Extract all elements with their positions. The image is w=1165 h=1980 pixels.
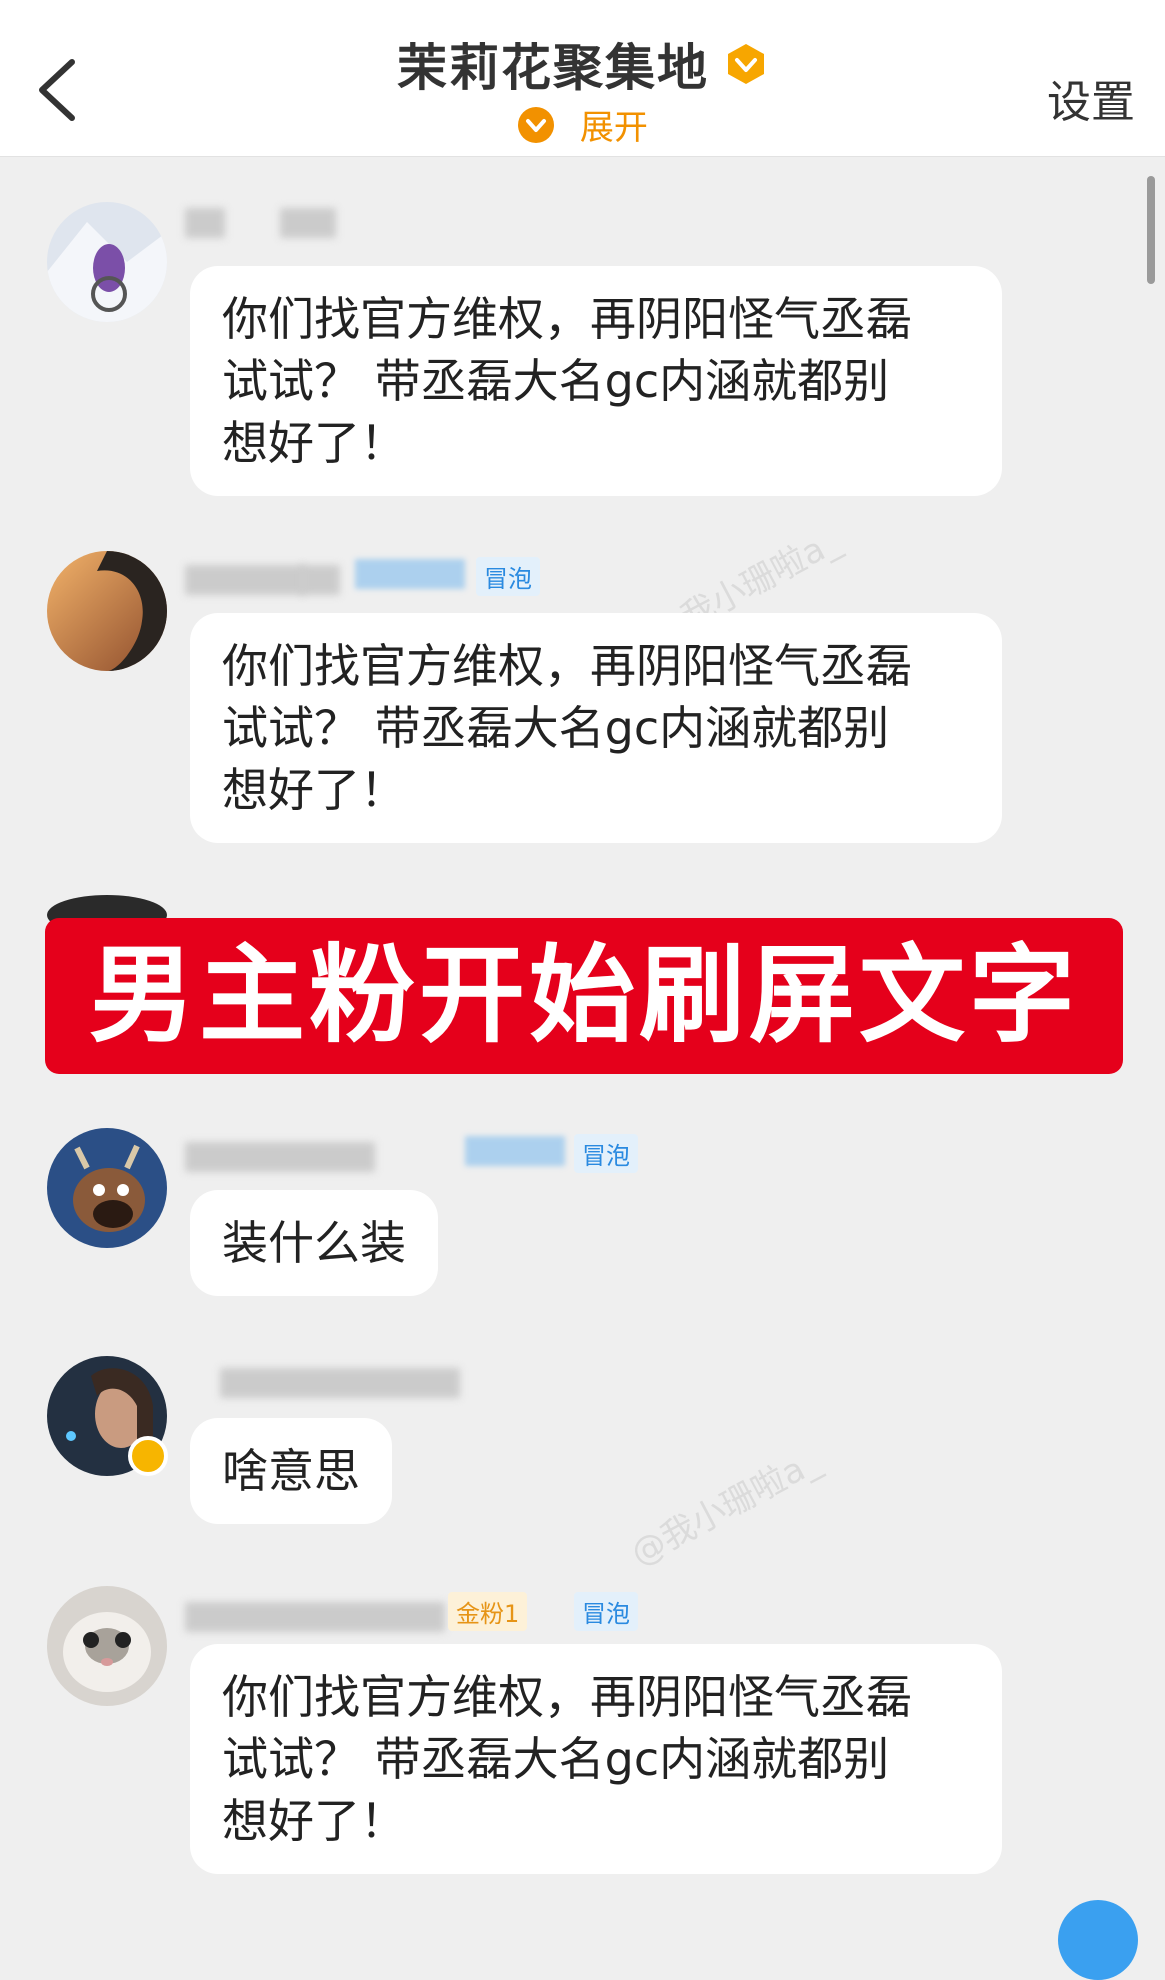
status-badge: 冒泡 <box>476 557 540 596</box>
fan-tag-redacted <box>355 559 465 589</box>
fan-level-badge: 金粉1 <box>448 1592 528 1631</box>
message-text-line: 你们找官方维权，再阴阳怪气丞磊 <box>222 292 912 346</box>
settings-button[interactable]: 设置 <box>1047 66 1135 130</box>
avatar-image <box>47 202 167 322</box>
username-redacted <box>280 208 336 238</box>
avatar-image <box>47 1586 167 1706</box>
avatar[interactable] <box>47 1128 167 1248</box>
username-redacted <box>185 1142 375 1172</box>
expand-toggle[interactable]: 展开 <box>0 100 1165 149</box>
message-bubble[interactable]: 装什么装 <box>190 1190 438 1296</box>
message-text-line: 试试？ 带丞磊大名gc内涵就都别 <box>222 701 890 755</box>
message-text-line: 试试？ 带丞磊大名gc内涵就都别 <box>222 1732 890 1786</box>
avatar-image <box>47 551 167 671</box>
verified-badge-icon <box>728 44 765 84</box>
message-text-line: 想好了！ <box>222 416 406 470</box>
chevron-down-circle-icon <box>518 106 555 143</box>
message-text-line: 想好了！ <box>222 1794 406 1848</box>
message-text-line: 装什么装 <box>222 1216 406 1270</box>
username-redacted <box>220 1368 460 1398</box>
message-text-line: 你们找官方维权，再阴阳怪气丞磊 <box>222 639 912 693</box>
message-text-line: 你们找官方维权，再阴阳怪气丞磊 <box>222 1670 912 1724</box>
message-text-line: 想好了！ <box>222 763 406 817</box>
avatar-image <box>47 1128 167 1248</box>
username-redacted <box>185 565 305 595</box>
fan-tag-redacted <box>465 1136 565 1166</box>
message-bubble[interactable]: 你们找官方维权，再阴阳怪气丞磊 试试？ 带丞磊大名gc内涵就都别 想好了！ <box>190 613 1002 843</box>
avatar[interactable] <box>47 551 167 671</box>
status-badge: 冒泡 <box>574 1592 638 1631</box>
avatar[interactable] <box>47 202 167 322</box>
message-bubble[interactable]: 你们找官方维权，再阴阳怪气丞磊 试试？ 带丞磊大名gc内涵就都别 想好了！ <box>190 1644 1002 1874</box>
top-bar: 茉莉花聚集地 展开 设置 <box>0 0 1165 157</box>
status-badge: 冒泡 <box>574 1134 638 1173</box>
expand-label: 展开 <box>579 108 648 148</box>
avatar[interactable] <box>47 1586 167 1706</box>
floating-action-button[interactable] <box>1058 1900 1138 1980</box>
message-text-line: 试试？ 带丞磊大名gc内涵就都别 <box>222 354 890 408</box>
message-text-line: 啥意思 <box>222 1444 360 1498</box>
verified-icon <box>128 1436 168 1476</box>
message-bubble[interactable]: 啥意思 <box>190 1418 392 1524</box>
username-redacted <box>185 1602 445 1632</box>
username-redacted <box>185 208 225 238</box>
watermark: @我小珊啦a_ <box>624 1441 827 1575</box>
scrollbar[interactable] <box>1147 176 1155 284</box>
group-title: 茉莉花聚集地 <box>396 39 709 97</box>
title-row: 茉莉花聚集地 <box>0 28 1165 100</box>
username-redacted <box>300 565 340 595</box>
message-bubble[interactable]: 你们找官方维权，再阴阳怪气丞磊 试试？ 带丞磊大名gc内涵就都别 想好了！ <box>190 266 1002 496</box>
caption-banner: 男主粉开始刷屏文字 <box>45 918 1123 1074</box>
